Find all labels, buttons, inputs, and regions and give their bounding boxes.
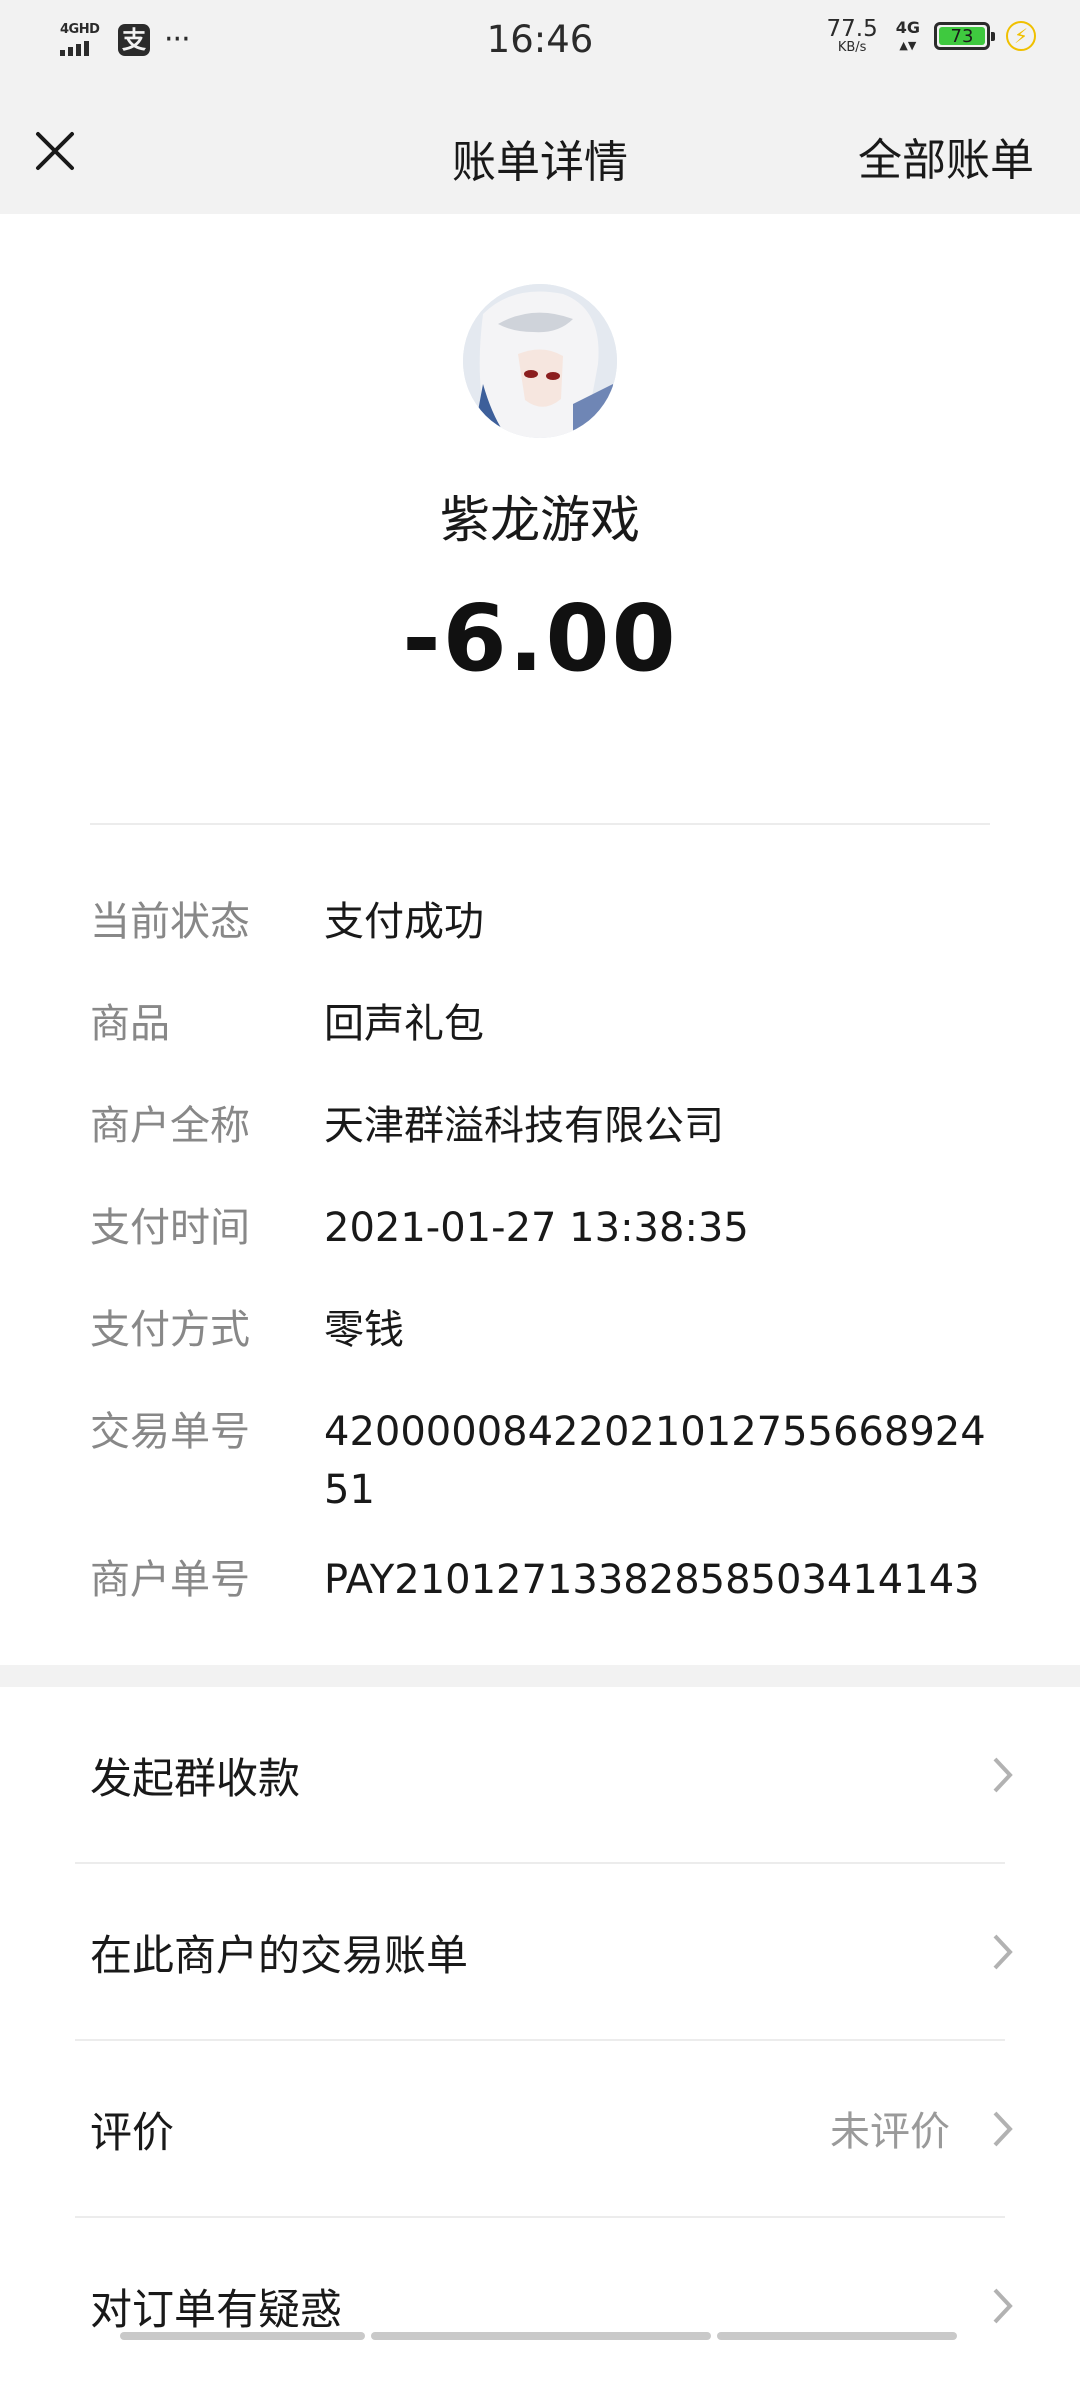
detail-value: 零钱 bbox=[324, 1301, 1000, 1359]
detail-row-status: 当前状态 支付成功 bbox=[90, 893, 1000, 951]
scroll-indicator bbox=[120, 2332, 960, 2340]
rating-button[interactable]: 评价 未评价 bbox=[0, 2041, 1080, 2218]
network-speed-unit: KB/s bbox=[827, 41, 878, 54]
detail-label: 商品 bbox=[90, 995, 324, 1053]
detail-row-product: 商品 回声礼包 bbox=[90, 995, 1000, 1053]
payment-amount: -6.00 bbox=[0, 585, 1080, 692]
bill-details: 当前状态 支付成功 商品 回声礼包 商户全称 天津群溢科技有限公司 支付时间 2… bbox=[90, 893, 1000, 1653]
detail-label: 支付时间 bbox=[90, 1199, 324, 1257]
divider bbox=[90, 823, 990, 825]
chevron-right-icon bbox=[990, 1753, 1016, 1797]
detail-label: 交易单号 bbox=[90, 1403, 324, 1519]
detail-value[interactable]: 42000008422021012755668924​51 bbox=[324, 1403, 1000, 1519]
detail-value: 回声礼包 bbox=[324, 995, 1000, 1053]
status-bar: 4GHD 支 ··· 16:46 77.5 KB/s 4G▲▼ 73 ⚡ bbox=[0, 0, 1080, 88]
merchant-avatar bbox=[463, 284, 617, 438]
detail-label: 商户单号 bbox=[90, 1551, 324, 1609]
rating-status: 未评价 bbox=[830, 2099, 950, 2157]
menu-item-label: 对订单有疑惑 bbox=[90, 2276, 342, 2337]
cellular-icon: 4G▲▼ bbox=[896, 20, 920, 52]
merchant-bills-button[interactable]: 在此商户的交易账单 bbox=[0, 1864, 1080, 2041]
cellular-label: 4G bbox=[896, 18, 920, 37]
detail-label: 当前状态 bbox=[90, 893, 324, 951]
detail-row-transaction-id: 交易单号 42000008422021012755668924​51 bbox=[90, 1403, 1000, 1519]
detail-row-merchant: 商户全称 天津群溢科技有限公司 bbox=[90, 1097, 1000, 1155]
menu-item-label: 在此商户的交易账单 bbox=[90, 1922, 468, 1983]
detail-label: 商户全称 bbox=[90, 1097, 324, 1155]
network-speed-value: 77.5 bbox=[827, 18, 878, 41]
chevron-right-icon bbox=[990, 1930, 1016, 1974]
detail-value: 支付成功 bbox=[324, 893, 1000, 951]
order-question-button[interactable]: 对订单有疑惑 bbox=[0, 2218, 1080, 2395]
section-separator bbox=[0, 1665, 1080, 1687]
nav-bar: 账单详情 全部账单 bbox=[0, 88, 1080, 214]
detail-row-pay-time: 支付时间 2021-01-27 13:38:35 bbox=[90, 1199, 1000, 1257]
lightning-icon: ⚡ bbox=[1006, 21, 1036, 51]
chevron-right-icon bbox=[990, 2284, 1016, 2328]
status-right: 77.5 KB/s 4G▲▼ 73 ⚡ bbox=[827, 18, 1036, 54]
action-list: 发起群收款 在此商户的交易账单 评价 未评价 对订单有疑惑 bbox=[0, 1687, 1080, 2395]
detail-value: 天津群溢科技有限公司 bbox=[324, 1097, 1000, 1155]
group-collect-button[interactable]: 发起群收款 bbox=[0, 1687, 1080, 1864]
detail-value[interactable]: PAY21012713382858503414143 bbox=[324, 1551, 1000, 1609]
battery-level: 73 bbox=[939, 27, 985, 45]
network-speed: 77.5 KB/s bbox=[827, 18, 878, 54]
detail-value: 2021-01-27 13:38:35 bbox=[324, 1199, 1000, 1257]
menu-item-label: 评价 bbox=[90, 2099, 174, 2160]
menu-item-label: 发起群收款 bbox=[90, 1745, 300, 1806]
all-bills-button[interactable]: 全部账单 bbox=[858, 124, 1034, 188]
detail-row-merchant-order-id: 商户单号 PAY21012713382858503414143 bbox=[90, 1551, 1000, 1609]
battery-icon: 73 bbox=[934, 22, 990, 50]
detail-row-pay-method: 支付方式 零钱 bbox=[90, 1301, 1000, 1359]
detail-label: 支付方式 bbox=[90, 1301, 324, 1359]
chevron-right-icon bbox=[990, 2107, 1016, 2151]
merchant-name: 紫龙游戏 bbox=[0, 480, 1080, 552]
